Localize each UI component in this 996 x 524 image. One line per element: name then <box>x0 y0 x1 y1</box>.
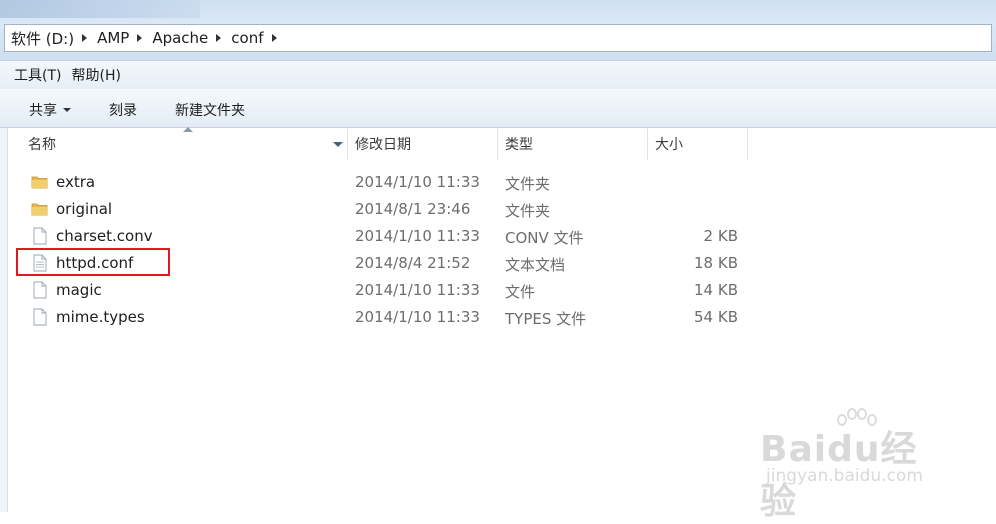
chevron-right-icon[interactable] <box>137 34 143 42</box>
file-row[interactable]: charset.conv 2014/1/10 11:33 CONV 文件 2 K… <box>0 223 996 250</box>
window-title-blur <box>0 0 200 18</box>
file-size: 14 KB <box>694 281 738 299</box>
chevron-down-icon <box>63 108 71 112</box>
new-folder-button[interactable]: 新建文件夹 <box>175 100 245 120</box>
file-name: magic <box>56 281 102 299</box>
highlight-box <box>16 248 170 276</box>
file-type: 文件 <box>505 283 536 301</box>
file-type: TYPES 文件 <box>505 310 587 328</box>
column-modified-label: 修改日期 <box>355 137 411 153</box>
chevron-right-icon[interactable] <box>271 34 277 42</box>
burn-button[interactable]: 刻录 <box>109 100 137 120</box>
file-row[interactable]: extra 2014/1/10 11:33 文件夹 <box>0 169 996 196</box>
file-name: mime.types <box>56 308 145 326</box>
file-modified: 2014/8/1 23:46 <box>355 200 471 218</box>
watermark: Baidu经验 jingyan.baidu.com <box>760 408 950 522</box>
command-bar: 共享 刻录 新建文件夹 <box>0 89 996 128</box>
breadcrumb-apache[interactable]: Apache <box>152 29 214 47</box>
address-region: 软件 (D:) AMP Apache conf <box>0 0 996 60</box>
column-header: 名称 修改日期 类型 大小 <box>8 127 996 160</box>
breadcrumb[interactable]: 软件 (D:) AMP Apache conf <box>4 24 992 52</box>
file-size: 18 KB <box>694 254 738 272</box>
menu-bar: 工具(T) 帮助(H) <box>0 60 996 90</box>
file-type: 文件夹 <box>505 175 551 193</box>
file-name: charset.conv <box>56 227 153 245</box>
file-icon <box>31 308 49 326</box>
folder-icon <box>31 200 49 218</box>
column-size[interactable]: 大小 <box>647 128 747 160</box>
folder-icon <box>31 173 49 191</box>
file-modified: 2014/1/10 11:33 <box>355 173 480 191</box>
column-name[interactable]: 名称 <box>20 128 346 160</box>
file-row[interactable]: magic 2014/1/10 11:33 文件 14 KB <box>0 277 996 304</box>
file-modified: 2014/1/10 11:33 <box>355 308 480 326</box>
file-name: extra <box>56 173 96 191</box>
breadcrumb-drive[interactable]: 软件 (D:) <box>11 28 80 49</box>
column-filter-icon[interactable] <box>333 142 343 147</box>
file-modified: 2014/8/4 21:52 <box>355 254 471 272</box>
menu-tools[interactable]: 工具(T) <box>0 65 69 85</box>
chevron-right-icon[interactable] <box>82 34 88 42</box>
file-type: 文本文档 <box>505 256 566 274</box>
file-type: 文件夹 <box>505 202 551 220</box>
file-icon <box>31 281 49 299</box>
file-icon <box>31 227 49 245</box>
column-modified[interactable]: 修改日期 <box>347 128 497 160</box>
file-modified: 2014/1/10 11:33 <box>355 227 480 245</box>
file-name: original <box>56 200 113 218</box>
share-button[interactable]: 共享 <box>29 100 71 120</box>
column-name-label: 名称 <box>28 137 56 153</box>
menu-help[interactable]: 帮助(H) <box>69 65 128 85</box>
chevron-right-icon[interactable] <box>216 34 222 42</box>
watermark-url: jingyan.baidu.com <box>766 466 923 486</box>
breadcrumb-conf[interactable]: conf <box>231 29 269 47</box>
column-divider[interactable] <box>747 128 748 160</box>
file-row[interactable]: original 2014/8/1 23:46 文件夹 <box>0 196 996 223</box>
breadcrumb-amp[interactable]: AMP <box>97 29 135 47</box>
file-modified: 2014/1/10 11:33 <box>355 281 480 299</box>
file-row[interactable]: mime.types 2014/1/10 11:33 TYPES 文件 54 K… <box>0 304 996 331</box>
file-size: 54 KB <box>694 308 738 326</box>
file-type: CONV 文件 <box>505 229 584 247</box>
column-size-label: 大小 <box>655 137 683 153</box>
column-type[interactable]: 类型 <box>497 128 647 160</box>
file-size: 2 KB <box>703 227 738 245</box>
share-label: 共享 <box>29 103 57 119</box>
column-type-label: 类型 <box>505 137 533 153</box>
